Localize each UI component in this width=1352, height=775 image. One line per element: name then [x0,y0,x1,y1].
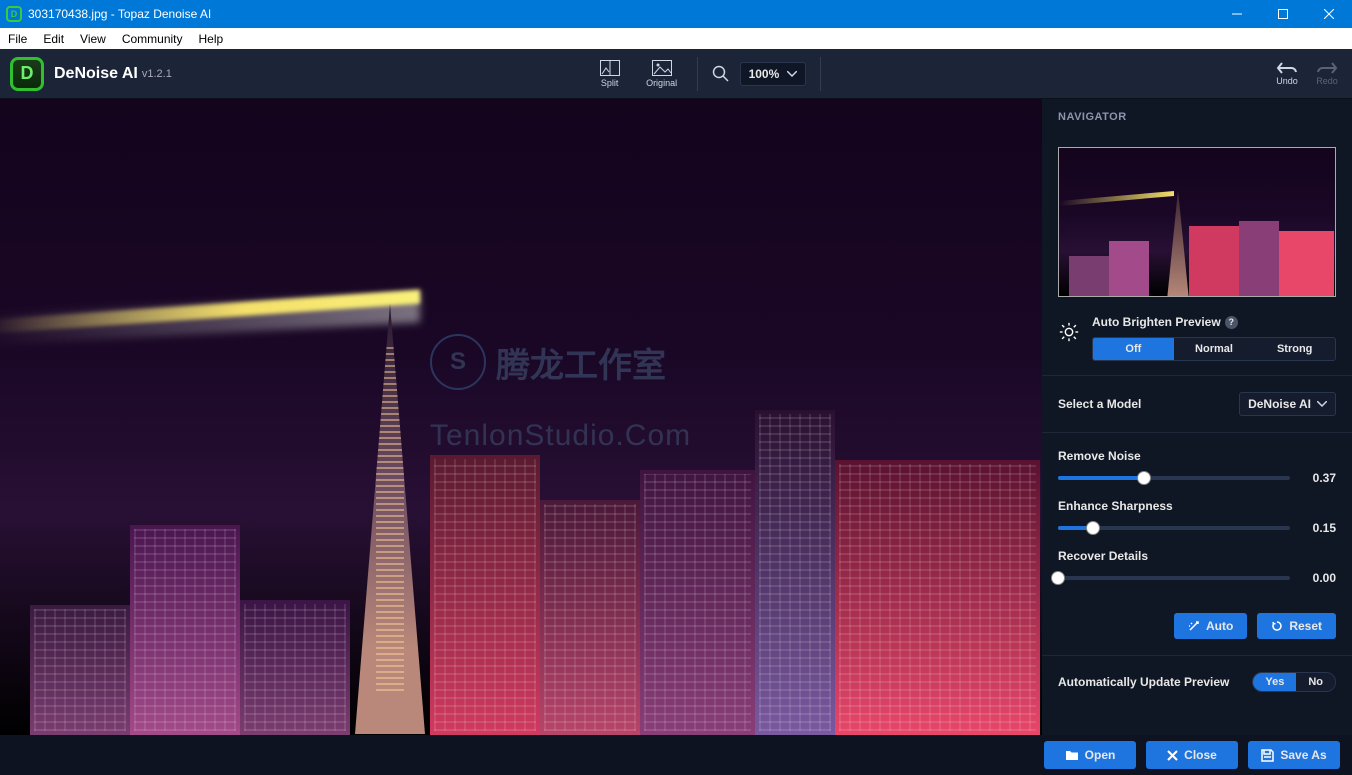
menu-view[interactable]: View [72,28,114,49]
brand-name: DeNoise AI [54,65,138,83]
enhance-sharpness-slider[interactable] [1058,526,1290,530]
enhance-sharpness-value: 0.15 [1302,521,1336,535]
reset-button[interactable]: Reset [1257,613,1336,639]
brighten-off[interactable]: Off [1093,338,1174,360]
maximize-button[interactable] [1260,0,1306,28]
wand-icon [1188,620,1200,632]
menu-help[interactable]: Help [191,28,232,49]
split-view-button[interactable]: Split [589,60,631,88]
undo-icon [1276,61,1298,75]
brand-version: v1.2.1 [142,68,172,80]
brighten-strong[interactable]: Strong [1254,338,1335,360]
navigator-thumbnail[interactable] [1058,147,1336,297]
remove-noise-value: 0.37 [1302,471,1336,485]
window-title: 303170438.jpg - Topaz Denoise AI [28,7,1214,21]
select-model-label: Select a Model [1058,397,1141,411]
reset-icon [1271,620,1283,632]
app-icon: D [6,6,22,22]
toolbar: D DeNoise AI v1.2.1 Split Original 100% … [0,49,1352,99]
save-as-button[interactable]: Save As [1248,741,1340,769]
auto-button[interactable]: Auto [1174,613,1247,639]
close-window-button[interactable] [1306,0,1352,28]
menubar: File Edit View Community Help [0,28,1352,49]
watermark-url: TenlonStudio.Com [430,419,691,453]
zoom-icon[interactable] [712,65,730,83]
settings-panel: NAVIGATOR Auto Brighten Preview? Off Nor… [1042,99,1352,735]
remove-noise-slider[interactable] [1058,476,1290,480]
chevron-down-icon [1317,401,1327,407]
brand-logo-icon: D [10,57,44,91]
auto-brighten-label: Auto Brighten Preview? [1092,315,1336,329]
watermark: S腾龙工作室 [430,334,666,390]
footer: Open Close Save As [0,735,1352,775]
undo-button[interactable]: Undo [1276,61,1298,86]
close-button[interactable]: Close [1146,741,1238,769]
brighten-normal[interactable]: Normal [1174,338,1255,360]
zoom-select[interactable]: 100% [740,62,807,86]
recover-details-value: 0.00 [1302,571,1336,585]
redo-button[interactable]: Redo [1316,61,1338,86]
remove-noise-label: Remove Noise [1058,449,1336,463]
auto-brighten-segment: Off Normal Strong [1092,337,1336,361]
menu-file[interactable]: File [0,28,35,49]
auto-update-yes[interactable]: Yes [1253,673,1296,691]
image-canvas[interactable]: S腾龙工作室 TenlonStudio.Com [0,99,1042,735]
titlebar: D 303170438.jpg - Topaz Denoise AI [0,0,1352,28]
menu-community[interactable]: Community [114,28,191,49]
close-icon [1167,750,1178,761]
help-icon[interactable]: ? [1225,316,1238,329]
minimize-button[interactable] [1214,0,1260,28]
original-icon [652,60,672,76]
navigator-header: NAVIGATOR [1058,111,1336,123]
folder-icon [1065,749,1079,761]
save-icon [1261,749,1274,762]
brightness-icon [1058,321,1080,343]
recover-details-label: Recover Details [1058,549,1336,563]
chevron-down-icon [787,71,797,77]
auto-update-label: Automatically Update Preview [1058,675,1229,689]
menu-edit[interactable]: Edit [35,28,72,49]
open-button[interactable]: Open [1044,741,1136,769]
redo-icon [1316,61,1338,75]
model-select[interactable]: DeNoise AI [1239,392,1336,416]
recover-details-slider[interactable] [1058,576,1290,580]
enhance-sharpness-label: Enhance Sharpness [1058,499,1336,513]
auto-update-no[interactable]: No [1296,673,1335,691]
split-icon [600,60,620,76]
auto-update-toggle: Yes No [1252,672,1336,692]
original-view-button[interactable]: Original [641,60,683,88]
